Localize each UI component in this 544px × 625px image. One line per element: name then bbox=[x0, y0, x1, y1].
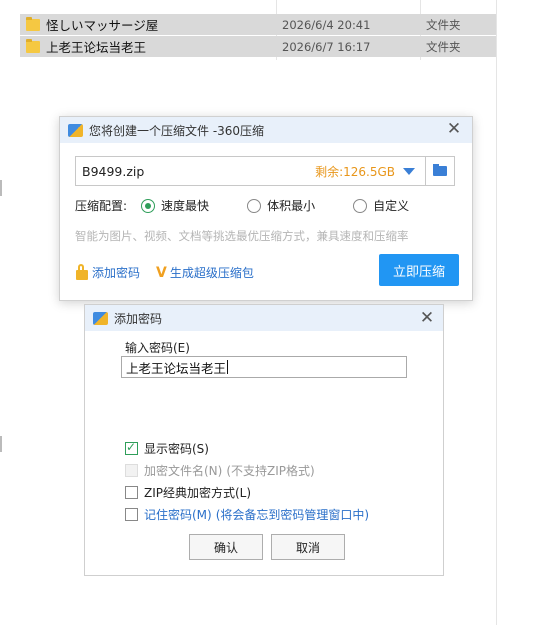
file-type: 文件夹 bbox=[426, 39, 461, 54]
file-name: 上老王论坛当老王 bbox=[46, 40, 147, 55]
password-value: 上老王论坛当老王 bbox=[126, 360, 227, 376]
radio-label: 速度最快 bbox=[161, 199, 210, 213]
radio-label: 自定义 bbox=[373, 199, 410, 213]
radio-custom[interactable]: 自定义 bbox=[353, 197, 409, 214]
compress-dialog: 您将创建一个压缩文件 -360压缩 ✕ B9499.zip 剩余:126.5GB… bbox=[59, 116, 473, 301]
checkbox-note: (将会备忘到密码管理窗口中) bbox=[215, 508, 370, 522]
config-label: 压缩配置: bbox=[75, 199, 128, 213]
checkbox-label: 显示密码(S) bbox=[144, 442, 209, 456]
pane-divider bbox=[496, 0, 497, 625]
compress-dialog-titlebar[interactable]: 您将创建一个压缩文件 -360压缩 ✕ bbox=[60, 117, 472, 143]
checkbox-label: 记住密码(M) bbox=[144, 508, 212, 522]
file-date: 2026/6/7 16:17 bbox=[282, 39, 371, 54]
radio-size-smallest[interactable]: 体积最小 bbox=[247, 197, 315, 214]
archive-filename-field[interactable]: B9499.zip 剩余:126.5GB bbox=[75, 156, 455, 186]
folder-icon bbox=[26, 38, 40, 53]
remember-password-checkbox[interactable] bbox=[125, 508, 138, 521]
archive-filename[interactable]: B9499.zip bbox=[82, 164, 315, 179]
close-icon[interactable]: ✕ bbox=[446, 121, 462, 138]
encrypt-filenames-row: 加密文件名(N) (不支持ZIP格式) bbox=[125, 462, 315, 479]
compress-hint: 智能为图片、视频、文档等挑选最优压缩方式，兼具速度和压缩率 bbox=[75, 229, 409, 243]
super-package-link[interactable]: 生成超级压缩包 bbox=[170, 264, 254, 281]
file-row[interactable]: 怪しいマッサージ屋 2026/6/4 20:41 文件夹 bbox=[20, 14, 496, 35]
folder-icon bbox=[26, 16, 40, 31]
password-dialog-title: 添加密码 bbox=[114, 311, 163, 326]
file-date: 2026/6/4 20:41 bbox=[282, 17, 371, 32]
checkbox-label: ZIP经典加密方式(L) bbox=[144, 486, 252, 500]
radio-button[interactable] bbox=[247, 198, 262, 213]
scroll-marker bbox=[0, 436, 2, 452]
remember-password-row[interactable]: 记住密码(M) (将会备忘到密码管理窗口中) bbox=[125, 506, 369, 523]
scroll-marker bbox=[0, 180, 2, 196]
dropdown-arrow-icon[interactable] bbox=[403, 167, 415, 175]
checkbox-note: (不支持ZIP格式) bbox=[226, 464, 315, 478]
add-password-dialog: 添加密码 ✕ 输入密码(E) 上老王论坛当老王 显示密码(S) 加密文件名(N)… bbox=[84, 304, 444, 576]
text-caret bbox=[227, 360, 229, 374]
extra-options: 添加密码 V 生成超级压缩包 bbox=[76, 263, 254, 281]
checkbox-label: 加密文件名(N) bbox=[144, 464, 223, 478]
zip-classic-row[interactable]: ZIP经典加密方式(L) bbox=[125, 484, 251, 501]
archive-app-icon bbox=[68, 123, 83, 137]
radio-button[interactable] bbox=[353, 198, 368, 213]
folder-icon bbox=[433, 164, 447, 176]
check-v-icon: V bbox=[156, 264, 167, 281]
zip-classic-checkbox[interactable] bbox=[125, 486, 138, 499]
add-password-link[interactable]: 添加密码 bbox=[92, 264, 140, 281]
password-dialog-titlebar[interactable]: 添加密码 ✕ bbox=[85, 305, 443, 331]
file-type: 文件夹 bbox=[426, 17, 461, 32]
file-name: 怪しいマッサージ屋 bbox=[46, 18, 159, 33]
file-row[interactable]: 上老王论坛当老王 2026/6/7 16:17 文件夹 bbox=[20, 36, 496, 57]
radio-speed-fastest[interactable]: 速度最快 bbox=[141, 197, 209, 214]
confirm-button[interactable]: 确认 bbox=[189, 534, 263, 560]
encrypt-filenames-checkbox bbox=[125, 464, 138, 477]
password-input-label: 输入密码(E) bbox=[125, 341, 190, 355]
lock-icon[interactable] bbox=[76, 263, 88, 280]
radio-label: 体积最小 bbox=[267, 199, 316, 213]
archive-app-icon bbox=[93, 311, 108, 325]
close-icon[interactable]: ✕ bbox=[419, 310, 435, 327]
radio-button-checked[interactable] bbox=[141, 198, 156, 213]
password-input[interactable]: 上老王论坛当老王 bbox=[121, 356, 407, 378]
compress-now-button[interactable]: 立即压缩 bbox=[379, 254, 459, 286]
browse-folder-button[interactable] bbox=[426, 157, 454, 185]
show-password-checkbox[interactable] bbox=[125, 440, 138, 455]
compress-config-row: 压缩配置: 速度最快 体积最小 自定义 bbox=[75, 197, 409, 214]
free-space-label: 剩余:126.5GB bbox=[315, 164, 395, 179]
show-password-row[interactable]: 显示密码(S) bbox=[125, 440, 209, 457]
compress-dialog-title: 您将创建一个压缩文件 -360压缩 bbox=[89, 123, 265, 138]
cancel-button[interactable]: 取消 bbox=[271, 534, 345, 560]
